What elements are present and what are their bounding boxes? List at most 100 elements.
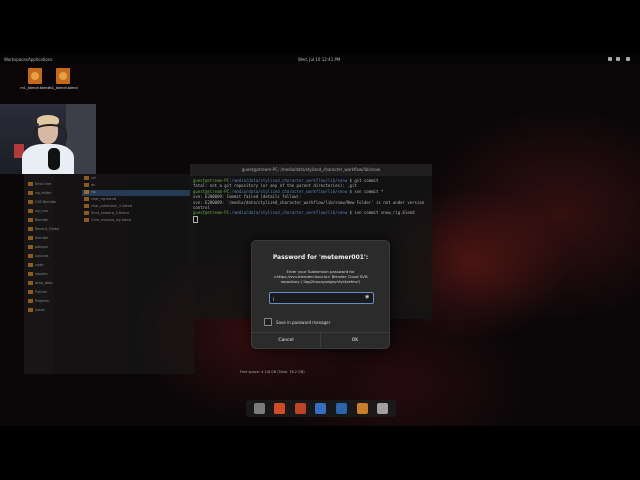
folder-icon	[28, 191, 33, 195]
file-label: char_rig.blend	[91, 197, 117, 201]
file-label: ref	[91, 176, 96, 180]
terminal-icon[interactable]	[294, 403, 306, 414]
vscode-icon[interactable]	[315, 403, 327, 414]
settings-icon[interactable]	[356, 403, 368, 414]
folder-label: notes	[35, 308, 45, 312]
folder-icon	[28, 218, 33, 222]
top-panel: Workspaces Applications Wed, Jul 10 12:4…	[0, 54, 640, 64]
firefox-icon[interactable]	[274, 403, 286, 414]
password-field[interactable]: ◉	[269, 292, 374, 304]
file-icon	[84, 218, 89, 222]
folder-icon	[28, 299, 33, 303]
file-item[interactable]: ds	[84, 183, 95, 187]
terminal-output[interactable]: guest@stream-PC:/media/data/stylized_cha…	[190, 176, 432, 225]
workspaces-menu[interactable]: Workspaces	[4, 57, 28, 62]
file-label: rig	[91, 190, 96, 194]
folder-item[interactable]: rig_hair	[28, 209, 48, 213]
desktop: Workspaces Applications Wed, Jul 10 12:4…	[0, 54, 640, 426]
folder-item[interactable]: drop_data	[28, 281, 53, 285]
folder-label: Projects	[35, 299, 49, 303]
folder-label: sources	[35, 254, 49, 258]
folder-label: rig_hair	[35, 209, 49, 213]
terminal-title: guest@stream-PC: /media/data/stylized_ch…	[190, 164, 432, 176]
file-icon	[84, 190, 89, 194]
folder-label: reports	[35, 272, 48, 276]
folder-label: Shot One	[35, 182, 52, 186]
file-label: ds	[91, 183, 96, 187]
folder-item[interactable]: Blender	[28, 218, 49, 222]
save-password-label: Save in password manager	[276, 319, 331, 325]
folder-item[interactable]: rig_folder	[28, 191, 52, 195]
folder-item[interactable]: Projects	[28, 299, 49, 303]
selected-row-highlight	[82, 190, 190, 196]
folder-icon	[28, 209, 33, 213]
folder-icon	[28, 182, 33, 186]
terminal-cursor	[193, 215, 198, 223]
folder-item[interactable]: blender	[28, 236, 48, 240]
password-dialog: Password for 'metemer001': Enter your Su…	[251, 240, 390, 349]
folder-icon	[28, 290, 33, 294]
ok-button[interactable]: OK	[320, 333, 389, 348]
blender-icon[interactable]	[336, 403, 348, 414]
dock	[246, 400, 396, 417]
password-input[interactable]	[271, 293, 363, 303]
files-icon[interactable]	[253, 403, 265, 414]
folder-label: poliqon	[35, 245, 48, 249]
dialog-title: Password for 'metemer001':	[272, 254, 369, 261]
screenshot-icon[interactable]	[377, 403, 389, 414]
file-label: Shot_camera_0.blend	[91, 211, 129, 215]
desktop-file-icon[interactable]: m1_blendr.blend	[48, 68, 78, 90]
folder-icon	[28, 263, 33, 267]
webcam-overlay	[0, 104, 96, 174]
desktop-file-icon[interactable]: m1_blendr.blend	[20, 68, 50, 90]
microphone-icon	[48, 148, 60, 170]
folder-label: Python	[35, 290, 48, 294]
folder-icon	[28, 281, 33, 285]
power-icon[interactable]	[626, 57, 630, 61]
blend-file-icon	[56, 68, 70, 84]
applications-menu[interactable]: Applications	[28, 57, 52, 62]
folder-label: code	[35, 263, 44, 267]
show-password-eye-icon[interactable]: ◉	[365, 295, 371, 300]
volume-icon[interactable]	[616, 57, 620, 61]
folder-item[interactable]: Recent_Folder	[28, 227, 60, 231]
folder-item[interactable]: Python	[28, 290, 47, 294]
file-item[interactable]: char_rig.blend	[84, 197, 116, 201]
folder-item[interactable]: sources	[28, 254, 48, 258]
folder-label: drop_data	[35, 281, 53, 285]
save-password-option[interactable]: Save in password manager	[264, 318, 330, 326]
folder-item[interactable]: reports	[28, 272, 48, 276]
network-icon[interactable]	[608, 57, 612, 61]
folder-label: Recent_Folder	[35, 227, 60, 231]
folder-icon	[28, 272, 33, 276]
folder-label: Blender	[35, 218, 49, 222]
folder-item[interactable]: Shot One	[28, 182, 51, 186]
file-icon	[84, 183, 89, 187]
folder-item[interactable]: notes	[28, 308, 45, 312]
folder-icon	[28, 200, 33, 204]
folder-item[interactable]: code	[28, 263, 43, 267]
blend-file-icon	[28, 68, 42, 84]
folder-label: CSS Blender	[35, 200, 57, 204]
file-item[interactable]: rig	[84, 190, 96, 194]
dialog-buttons: Cancel OK	[252, 332, 389, 348]
file-icon	[84, 176, 89, 180]
file-label: char_collection_2.blend	[91, 204, 133, 208]
file-icon	[84, 197, 89, 201]
desktop-file-label: m1_blendr.blend	[20, 86, 50, 90]
clock[interactable]: Wed, Jul 10 12:41 PM	[298, 57, 340, 62]
cancel-button[interactable]: Cancel	[252, 333, 320, 348]
folder-label: rig_folder	[35, 191, 52, 195]
folder-item[interactable]: poliqon	[28, 245, 48, 249]
folder-item[interactable]: CSS Blender	[28, 200, 57, 204]
file-icon	[84, 204, 89, 208]
folder-icon	[28, 245, 33, 249]
file-item[interactable]: ref	[84, 176, 96, 180]
save-password-checkbox[interactable]	[264, 318, 272, 326]
file-item[interactable]: Char_module_rig.blend	[84, 218, 131, 222]
dialog-message: Enter your Subversion password for <http…	[273, 269, 368, 284]
folder-icon	[28, 308, 33, 312]
terminal-line: svn: E200009: '/media/data/stylized_char…	[193, 199, 425, 211]
file-item[interactable]: Shot_camera_0.blend	[84, 211, 129, 215]
file-item[interactable]: char_collection_2.blend	[84, 204, 132, 208]
